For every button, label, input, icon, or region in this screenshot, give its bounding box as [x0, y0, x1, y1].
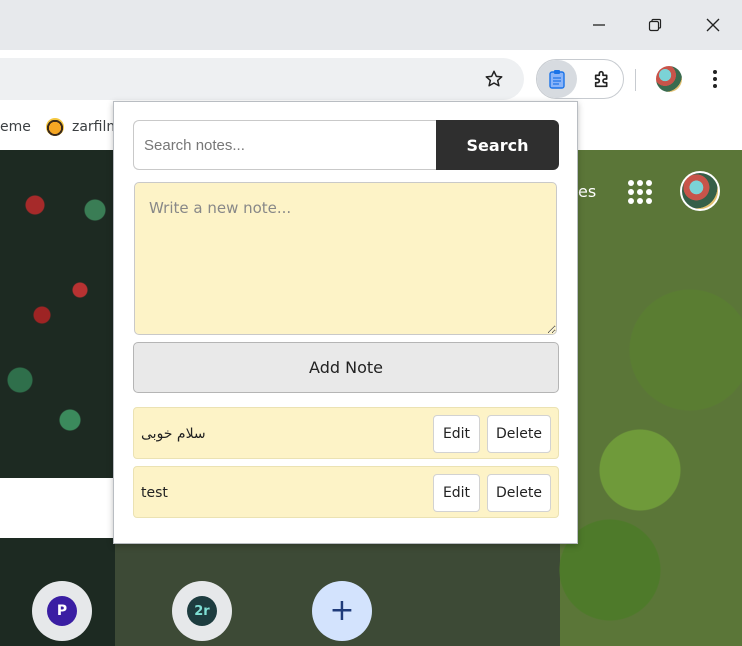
edit-note-button[interactable]: Edit — [433, 415, 480, 453]
address-bar[interactable] — [0, 58, 524, 100]
profile-avatar[interactable] — [656, 66, 682, 92]
minimize-icon[interactable] — [570, 0, 628, 50]
page-panel — [0, 478, 115, 538]
more-menu-icon[interactable] — [700, 63, 730, 95]
restore-icon[interactable] — [626, 0, 684, 50]
bookmark-star-icon[interactable] — [476, 61, 512, 97]
notes-extension-popup: Search Add Note سلام خوبی Edit Delete te… — [113, 101, 578, 544]
bookmark-item[interactable]: eme — [0, 110, 31, 144]
zarfilm-favicon-icon — [46, 118, 64, 136]
add-shortcut-button[interactable]: + — [312, 581, 372, 641]
new-note-textarea[interactable] — [134, 182, 557, 335]
bookmark-item-zarfilm[interactable]: zarfilm — [46, 110, 120, 144]
note-item: سلام خوبی Edit Delete — [133, 407, 559, 459]
shortcut-icon: 2r — [187, 596, 217, 626]
note-text: سلام خوبی — [141, 426, 206, 442]
shortcut-tile[interactable]: P — [32, 581, 92, 641]
delete-note-button[interactable]: Delete — [487, 474, 551, 512]
toolbar-divider — [635, 69, 636, 91]
note-text: test — [141, 485, 168, 501]
shortcut-tile[interactable]: 2r — [172, 581, 232, 641]
extensions-puzzle-icon[interactable] — [585, 61, 621, 97]
edit-note-button[interactable]: Edit — [433, 474, 480, 512]
shortcut-icon: P — [47, 596, 77, 626]
add-note-button[interactable]: Add Note — [133, 342, 559, 393]
google-apps-icon[interactable] — [626, 178, 654, 206]
close-icon[interactable] — [684, 0, 742, 50]
window-titlebar — [0, 0, 742, 50]
plus-icon: + — [329, 593, 355, 628]
page-top-link[interactable]: es — [578, 182, 596, 201]
search-button[interactable]: Search — [436, 120, 559, 170]
note-item: test Edit Delete — [133, 466, 559, 518]
account-avatar[interactable] — [680, 171, 720, 211]
delete-note-button[interactable]: Delete — [487, 415, 551, 453]
notes-extension-icon[interactable] — [537, 60, 577, 98]
search-notes-input[interactable] — [133, 120, 437, 170]
bookmark-label: eme — [0, 119, 31, 135]
